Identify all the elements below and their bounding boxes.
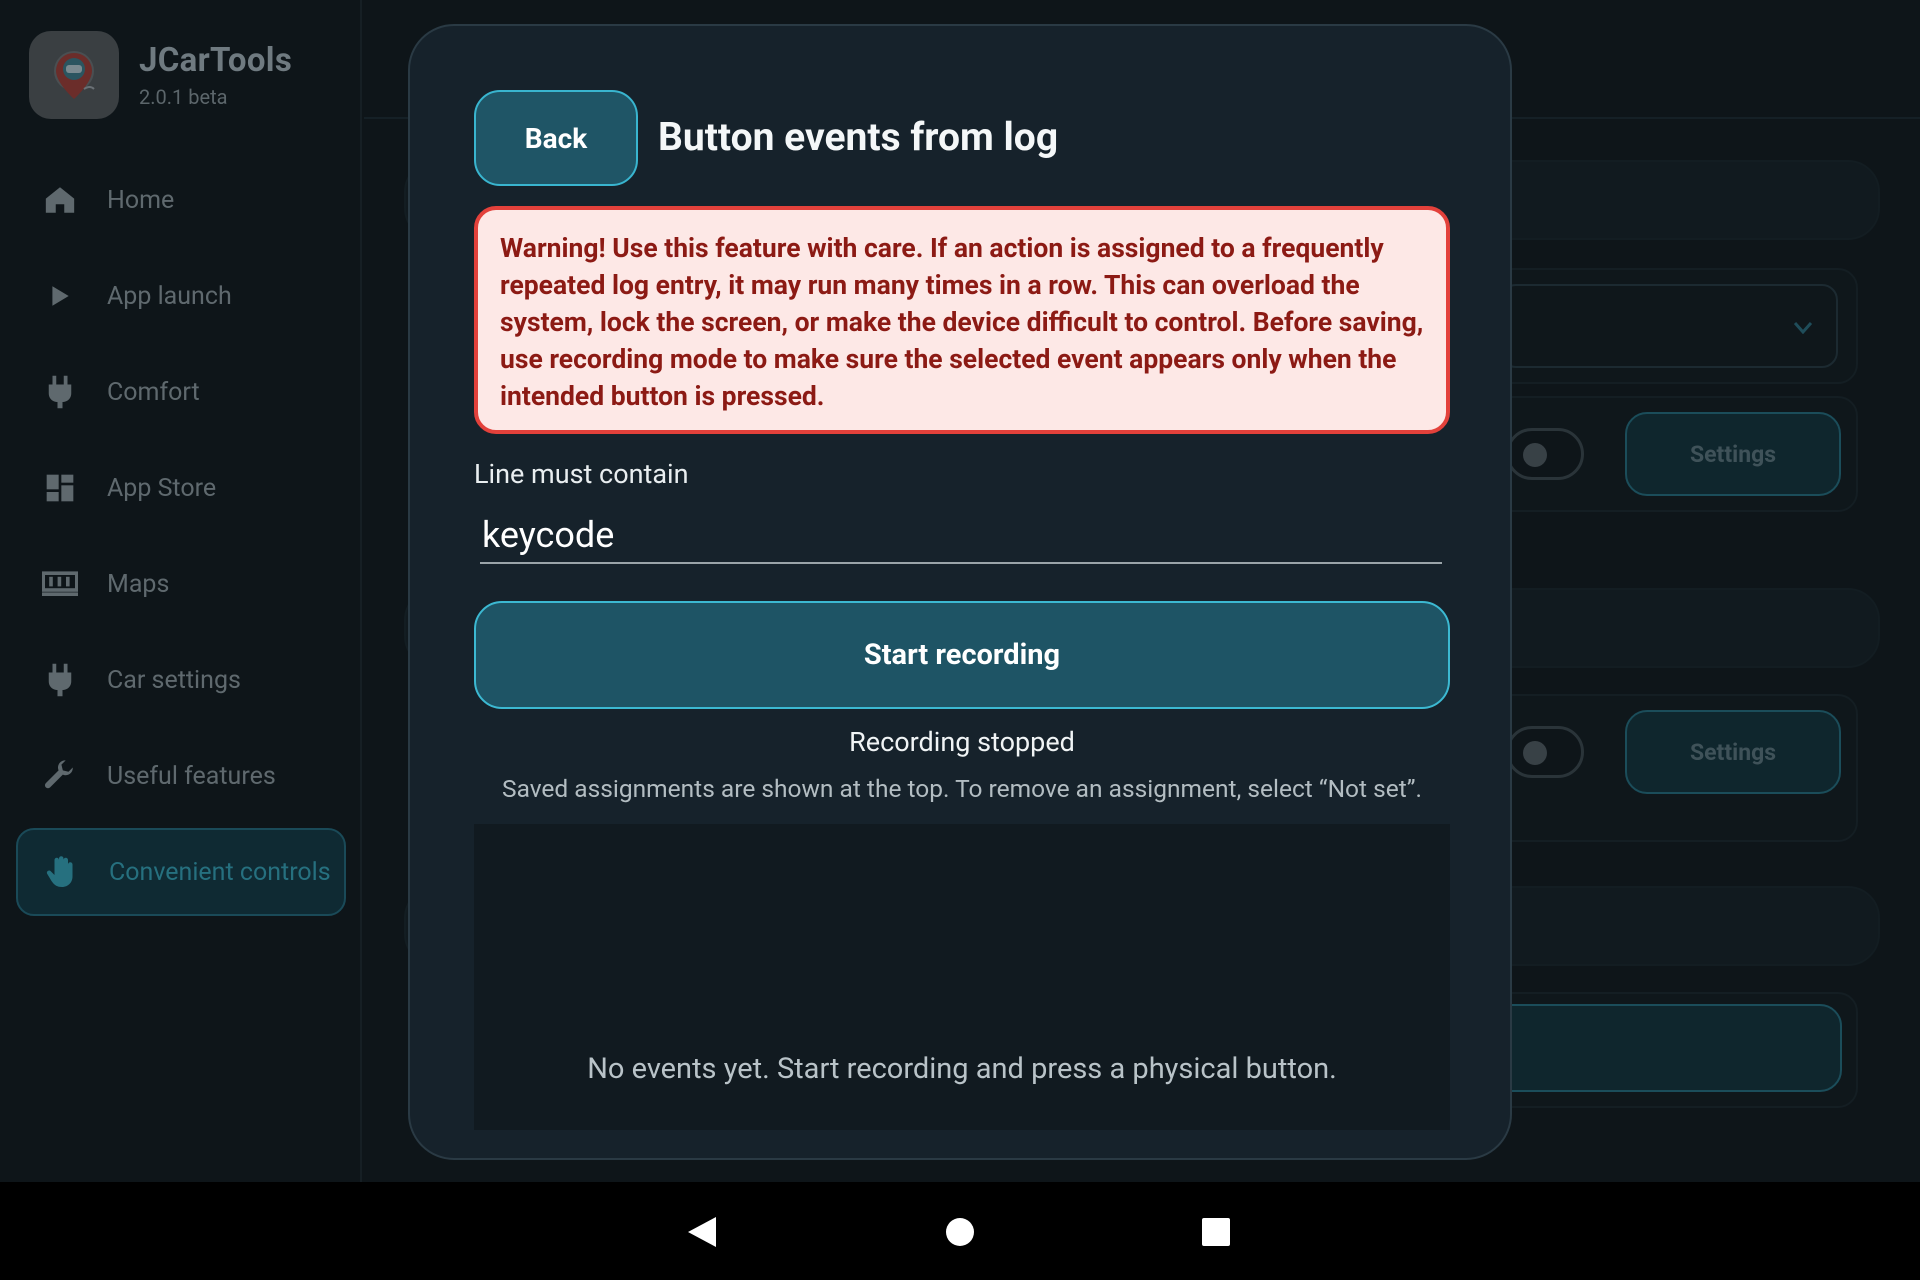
sidebar-item-comfort[interactable]: Comfort	[16, 348, 346, 436]
background-wide-button[interactable]	[1490, 1004, 1842, 1092]
triangle-back-icon[interactable]	[682, 1212, 722, 1252]
sidebar-item-label: Comfort	[107, 377, 200, 407]
background-row	[1480, 268, 1858, 384]
plug-icon	[30, 372, 90, 412]
button-events-dialog: Back Button events from log Warning! Use…	[408, 24, 1512, 1160]
home-icon	[30, 180, 90, 220]
wrench-icon	[30, 756, 90, 796]
app-title: JCarTools	[139, 41, 293, 80]
background-select[interactable]	[1500, 284, 1838, 368]
background-toggle[interactable]	[1506, 726, 1584, 778]
sidebar-item-maps[interactable]: Maps	[16, 540, 346, 628]
toggle-knob	[1523, 443, 1547, 467]
dialog-title: Button events from log	[658, 114, 1059, 160]
sidebar-item-label: Car settings	[107, 665, 241, 695]
brand: JCarTools 2.0.1 beta	[29, 31, 349, 121]
sidebar-item-label: Useful features	[107, 761, 276, 791]
sidebar-item-label: Convenient controls	[109, 857, 331, 887]
background-toggle[interactable]	[1506, 428, 1584, 480]
sidebar-item-home[interactable]: Home	[16, 156, 346, 244]
filter-input[interactable]	[480, 508, 1442, 564]
background-settings-button[interactable]: Settings	[1625, 710, 1841, 794]
events-list[interactable]: No events yet. Start recording and press…	[474, 824, 1450, 1130]
sidebar-item-useful-features[interactable]: Useful features	[16, 732, 346, 820]
sidebar-item-label: Home	[107, 185, 175, 215]
map-icon	[30, 564, 90, 604]
sidebar-item-label: App Store	[107, 473, 217, 503]
recording-status: Recording stopped	[849, 726, 1075, 758]
sidebar-item-label: App launch	[107, 281, 232, 311]
start-recording-button[interactable]: Start recording	[474, 601, 1450, 709]
hand-icon	[32, 852, 92, 892]
chevron-down-icon	[1794, 322, 1812, 334]
sidebar-item-car-settings[interactable]: Car settings	[16, 636, 346, 724]
assignments-hint: Saved assignments are shown at the top. …	[502, 774, 1422, 803]
sidebar-item-app-launch[interactable]: App launch	[16, 252, 346, 340]
sidebar-item-convenient-controls[interactable]: Convenient controls	[16, 828, 346, 916]
square-recents-icon[interactable]	[1196, 1212, 1236, 1252]
sidebar-item-label: Maps	[107, 569, 170, 599]
app-logo-icon	[29, 31, 119, 119]
background-settings-button[interactable]: Settings	[1625, 412, 1841, 496]
circle-home-icon[interactable]	[940, 1212, 980, 1252]
app-window: JCarTools 2.0.1 beta Home App launch Com…	[0, 0, 1920, 1182]
dashboard-icon	[30, 468, 90, 508]
empty-events-message: No events yet. Start recording and press…	[587, 1052, 1337, 1086]
back-button[interactable]: Back	[474, 90, 638, 186]
sidebar-item-app-store[interactable]: App Store	[16, 444, 346, 532]
sidebar: JCarTools 2.0.1 beta Home App launch Com…	[0, 0, 362, 1182]
plug-icon	[30, 660, 90, 700]
filter-field-label: Line must contain	[474, 458, 689, 490]
play-icon	[30, 276, 90, 316]
app-version: 2.0.1 beta	[139, 85, 228, 109]
warning-box: Warning! Use this feature with care. If …	[474, 206, 1450, 434]
toggle-knob	[1523, 741, 1547, 765]
